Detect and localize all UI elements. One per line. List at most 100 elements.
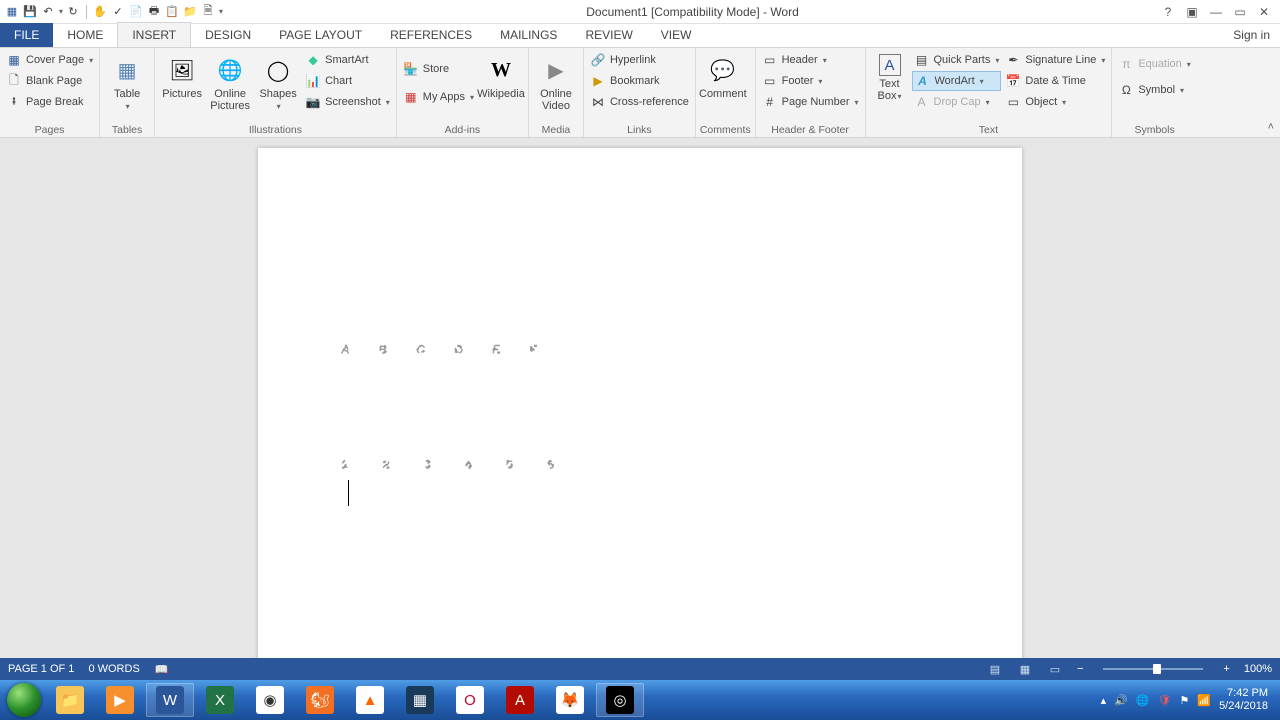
collapse-ribbon-icon[interactable]: ˄ (1268, 121, 1274, 133)
cross-reference-button[interactable]: ⋈Cross-reference (588, 92, 691, 112)
document-page[interactable]: ABCDEF 123456 (258, 148, 1022, 658)
taskbar-word[interactable]: W (146, 683, 194, 717)
tray-volume-icon[interactable]: 🔊 (1114, 694, 1128, 707)
pictures-button[interactable]: 🖼Pictures (159, 50, 205, 104)
comment-button[interactable]: 💬Comment (700, 50, 746, 104)
page-break-button[interactable]: ⭻Page Break (4, 92, 95, 112)
status-words[interactable]: 0 WORDS (88, 663, 139, 675)
footer-button[interactable]: ▭Footer▾ (760, 71, 861, 91)
signature-line-label: Signature Line (1025, 54, 1096, 66)
wikipedia-button[interactable]: WWikipedia (478, 50, 524, 104)
touch-icon[interactable]: ✋ (92, 4, 108, 20)
hyperlink-button[interactable]: 🔗Hyperlink (588, 50, 691, 70)
wikipedia-icon: W (485, 54, 517, 86)
tab-file[interactable]: FILE (0, 23, 53, 47)
tab-page-layout[interactable]: PAGE LAYOUT (265, 23, 376, 47)
bookmark-button[interactable]: ▶Bookmark (588, 71, 691, 91)
symbol-button[interactable]: ΩSymbol▾ (1116, 80, 1192, 100)
group-pages-label: Pages (4, 123, 95, 137)
zoom-level[interactable]: 100% (1244, 663, 1272, 675)
zoom-in-icon[interactable]: + (1223, 663, 1229, 675)
taskbar-app-1[interactable]: ▦ (396, 683, 444, 717)
date-time-button[interactable]: 📅Date & Time (1003, 71, 1107, 91)
taskbar-acrobat[interactable]: A (496, 683, 544, 717)
taskbar-vlc[interactable]: ▲ (346, 683, 394, 717)
online-pictures-button[interactable]: 🌐Online Pictures (207, 50, 253, 116)
document-workspace[interactable]: ABCDEF 123456 (0, 138, 1280, 658)
object-button[interactable]: ▭Object▾ (1003, 92, 1107, 112)
qat-icon-2[interactable]: 🖶 (146, 4, 162, 20)
tab-references[interactable]: REFERENCES (376, 23, 486, 47)
zoom-slider[interactable] (1103, 668, 1203, 670)
shapes-button[interactable]: ◯Shapes▾ (255, 50, 301, 116)
status-page[interactable]: PAGE 1 OF 1 (8, 663, 74, 675)
tray-security-icon[interactable]: 🛡 (1158, 694, 1172, 707)
proofing-icon[interactable]: 📖 (154, 662, 170, 676)
close-icon[interactable]: ✕ (1254, 2, 1274, 22)
tray-wifi-icon[interactable]: 📶 (1197, 694, 1211, 707)
tray-arrow-icon[interactable]: ▴ (1101, 694, 1107, 707)
cover-page-button[interactable]: ▦Cover Page▾ (4, 50, 95, 70)
qat-icon-4[interactable]: 📁 (182, 4, 198, 20)
minimize-icon[interactable]: — (1206, 2, 1226, 22)
tray-clock[interactable]: 7:42 PM 5/24/2018 (1219, 687, 1268, 713)
bookmark-icon: ▶ (590, 73, 606, 89)
signature-line-icon: ✒ (1005, 52, 1021, 68)
my-apps-button[interactable]: ▦My Apps▾ (401, 87, 476, 107)
qat-icon-5[interactable]: 🗎 (200, 4, 216, 20)
page-break-icon: ⭻ (6, 94, 22, 110)
taskbar-media-player[interactable]: ▶ (96, 683, 144, 717)
taskbar-explorer[interactable]: 📁 (46, 683, 94, 717)
tab-home[interactable]: HOME (53, 23, 117, 47)
redo-icon[interactable]: ↻ (65, 4, 81, 20)
tab-insert[interactable]: INSERT (117, 22, 191, 47)
screenshot-button[interactable]: 📷Screenshot▾ (303, 92, 392, 112)
zoom-out-icon[interactable]: − (1077, 663, 1083, 675)
maximize-icon[interactable]: ▭ (1230, 2, 1250, 22)
sign-in-link[interactable]: Sign in (1223, 23, 1280, 47)
text-box-button[interactable]: AText Box▾ (870, 50, 910, 106)
equation-button[interactable]: πEquation▾ (1116, 54, 1192, 74)
online-video-button[interactable]: ▶Online Video (533, 50, 579, 116)
taskbar-camera[interactable]: ◎ (596, 683, 644, 717)
table-button[interactable]: ▦ Table▾ (104, 50, 150, 116)
view-read-icon[interactable]: ▤ (987, 662, 1003, 676)
save-icon[interactable]: 💾 (22, 4, 38, 20)
tray-network-icon[interactable]: 🌐 (1136, 694, 1150, 707)
tray-flag-icon[interactable]: ⚑ (1179, 694, 1189, 707)
tab-view[interactable]: VIEW (647, 23, 706, 47)
tab-mailings[interactable]: MAILINGS (486, 23, 571, 47)
quick-parts-button[interactable]: ▤Quick Parts▾ (912, 50, 1002, 70)
blank-page-button[interactable]: 🗋Blank Page (4, 71, 95, 91)
group-symbols-label: Symbols (1116, 123, 1192, 137)
view-web-icon[interactable]: ▭ (1047, 662, 1063, 676)
qat-icon-1[interactable]: 📄 (128, 4, 144, 20)
qat-customize[interactable]: ▾ (219, 7, 223, 16)
taskbar-opera[interactable]: O (446, 683, 494, 717)
signature-line-button[interactable]: ✒Signature Line▾ (1003, 50, 1107, 70)
help-icon[interactable]: ? (1158, 2, 1178, 22)
undo-icon[interactable]: ↶ (40, 4, 56, 20)
status-bar: PAGE 1 OF 1 0 WORDS 📖 ▤ ▦ ▭ − + 100% (0, 658, 1280, 680)
taskbar-chrome[interactable]: ◉ (246, 683, 294, 717)
blank-page-icon: 🗋 (6, 73, 22, 89)
taskbar-firefox[interactable]: 🦊 (546, 683, 594, 717)
page-number-button[interactable]: #Page Number▾ (760, 92, 861, 112)
taskbar-excel[interactable]: X (196, 683, 244, 717)
undo-dropdown[interactable]: ▾ (59, 7, 63, 16)
smartart-button[interactable]: ◆SmartArt (303, 50, 392, 70)
spell-icon[interactable]: ✓ (110, 4, 126, 20)
taskbar-uc[interactable]: 🐿 (296, 683, 344, 717)
header-button[interactable]: ▭Header▾ (760, 50, 861, 70)
drop-cap-button[interactable]: ADrop Cap▾ (912, 92, 1002, 112)
tab-review[interactable]: REVIEW (571, 23, 646, 47)
start-button[interactable] (4, 680, 44, 720)
chart-button[interactable]: 📊Chart (303, 71, 392, 91)
ribbon-options-icon[interactable]: ▣ (1182, 2, 1202, 22)
tab-design[interactable]: DESIGN (191, 23, 265, 47)
pictures-label: Pictures (162, 88, 202, 100)
wordart-button[interactable]: AWordArt▾ (912, 71, 1002, 91)
store-button[interactable]: 🏪Store (401, 59, 476, 79)
view-print-icon[interactable]: ▦ (1017, 662, 1033, 676)
qat-icon-3[interactable]: 📋 (164, 4, 180, 20)
